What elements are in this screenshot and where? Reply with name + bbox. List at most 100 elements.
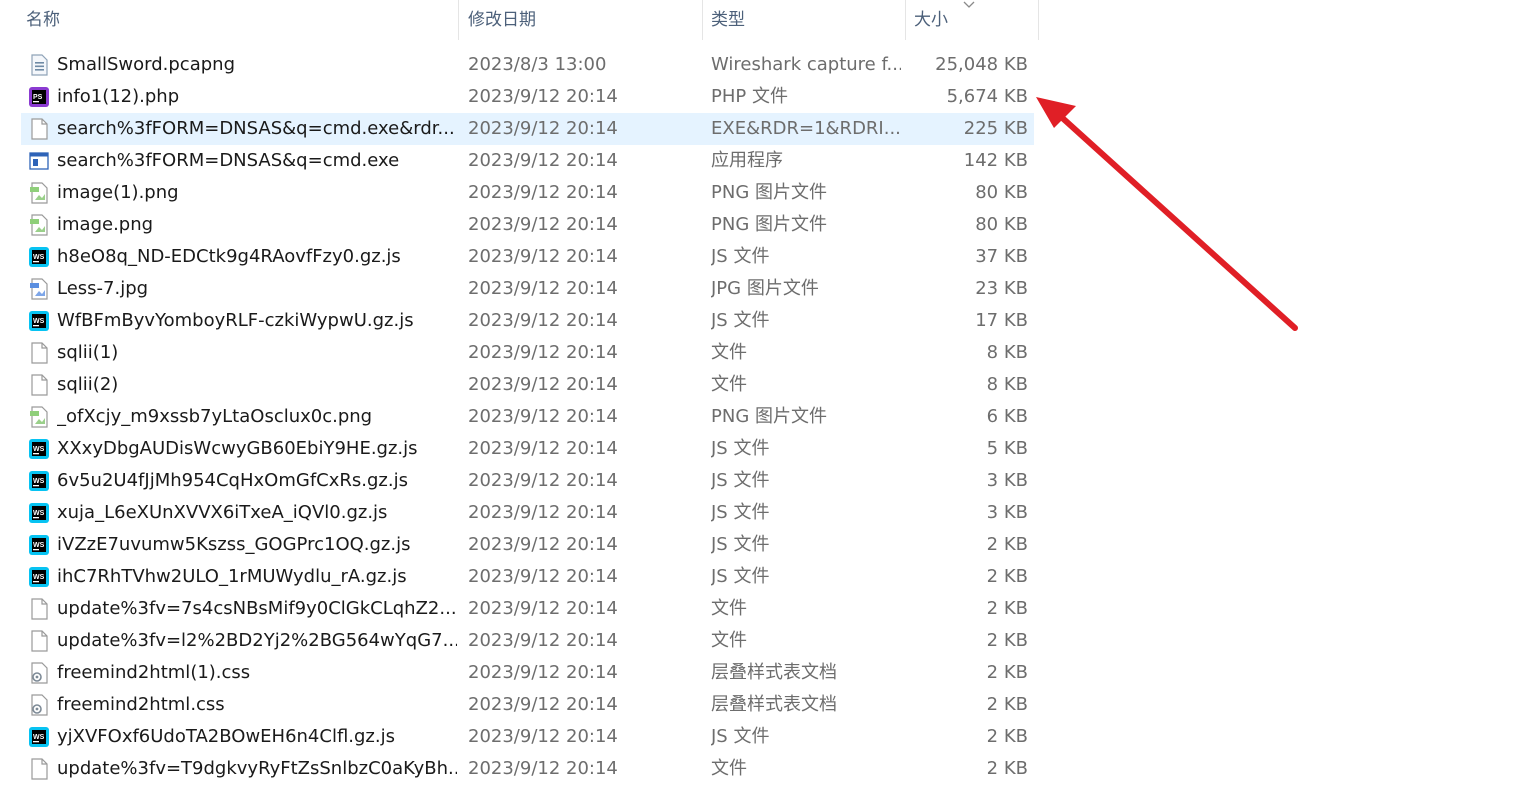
file-row[interactable]: update%3fv=l2%2BD2Yj2%2BG564wYqG7... 2023… xyxy=(21,625,1034,657)
file-size: 2 KB xyxy=(986,694,1028,715)
png-icon xyxy=(30,406,48,428)
file-row[interactable]: WS ihC7RhTVhw2ULO_1rMUWydlu_rA.gz.js 2023/… xyxy=(21,561,1034,593)
file-date: 2023/9/12 20:14 xyxy=(468,598,618,619)
blank-file-icon xyxy=(31,118,48,140)
file-row[interactable]: WS yjXVFOxf6UdoTA2BOwEH6n4Clfl.gz.js 2023/… xyxy=(21,721,1034,753)
file-date: 2023/8/3 13:00 xyxy=(468,54,607,75)
file-row[interactable]: search%3fFORM=DNSAS&q=cmd.exe 2023/9/12 2… xyxy=(21,145,1034,177)
blank-file-icon xyxy=(31,374,48,396)
file-name: freemind2html.css xyxy=(57,694,225,715)
file-type: 层叠样式表文档 xyxy=(711,662,837,683)
file-size: 2 KB xyxy=(986,534,1028,555)
exe-icon xyxy=(29,152,49,170)
file-type: 文件 xyxy=(711,598,747,619)
file-name: ihC7RhTVhw2ULO_1rMUWydlu_rA.gz.js xyxy=(57,566,407,587)
file-date: 2023/9/12 20:14 xyxy=(468,182,618,203)
file-date: 2023/9/12 20:14 xyxy=(468,438,618,459)
file-size: 17 KB xyxy=(975,310,1028,331)
file-row[interactable]: _ofXcjy_m9xssb7yLtaOsclux0c.png 2023/9/12… xyxy=(21,401,1034,433)
file-row[interactable]: WS iVZzE7uvumw5Kszss_GOGPrc1OQ.gz.js 2023/… xyxy=(21,529,1034,561)
column-divider[interactable] xyxy=(1038,0,1039,40)
file-row[interactable]: PS info1(12).php 2023/9/12 20:14 PHP 文件 5,67… xyxy=(21,81,1034,113)
file-date: 2023/9/12 20:14 xyxy=(468,406,618,427)
file-type: 文件 xyxy=(711,374,747,395)
column-divider[interactable] xyxy=(702,0,703,40)
file-row[interactable]: update%3fv=7s4csNBsMif9y0ClGkCLqhZ2... 20… xyxy=(21,593,1034,625)
file-name: SmallSword.pcapng xyxy=(57,54,235,75)
file-row[interactable]: freemind2html(1).css 2023/9/12 20:14 层叠样式表… xyxy=(21,657,1034,689)
webstorm-icon: WS xyxy=(29,503,49,523)
file-name: Less-7.jpg xyxy=(57,278,149,299)
file-row[interactable]: update%3fv=T9dgkvyRyFtZsSnlbzC0aKyBh... 2… xyxy=(21,753,1034,785)
file-size: 23 KB xyxy=(975,278,1028,299)
webstorm-icon: WS xyxy=(29,727,49,747)
file-row[interactable]: search%3fFORM=DNSAS&q=cmd.exe&rdr... 2023… xyxy=(21,113,1034,145)
file-row[interactable]: WS WfBFmByvYomboyRLF-czkiWypwU.gz.js 2023/… xyxy=(21,305,1034,337)
file-date: 2023/9/12 20:14 xyxy=(468,726,618,747)
file-date: 2023/9/12 20:14 xyxy=(468,150,618,171)
column-header-name[interactable]: 名称 xyxy=(20,0,458,40)
file-type: PHP 文件 xyxy=(711,86,788,107)
file-size: 142 KB xyxy=(963,150,1028,171)
file-type: JS 文件 xyxy=(711,566,770,587)
column-header-date[interactable]: 修改日期 xyxy=(462,0,702,40)
file-type: 文件 xyxy=(711,758,747,779)
svg-text:WS: WS xyxy=(33,446,45,453)
file-date: 2023/9/12 20:14 xyxy=(468,246,618,267)
webstorm-icon: WS xyxy=(29,439,49,459)
file-name: xuja_L6eXUnXVVX6iTxeA_iQVl0.gz.js xyxy=(57,502,388,523)
file-size: 2 KB xyxy=(986,630,1028,651)
svg-text:WS: WS xyxy=(33,478,45,485)
file-row[interactable]: Less-7.jpg 2023/9/12 20:14 JPG 图片文件 23 KB xyxy=(21,273,1034,305)
file-size: 6 KB xyxy=(986,406,1028,427)
file-size: 37 KB xyxy=(975,246,1028,267)
file-row[interactable]: WS 6v5u2U4fJjMh954CqHxOmGfCxRs.gz.js 2023/… xyxy=(21,465,1034,497)
file-row[interactable]: sqlii(2) 2023/9/12 20:14 文件 8 KB xyxy=(21,369,1034,401)
file-type: PNG 图片文件 xyxy=(711,182,827,203)
file-row[interactable]: image.png 2023/9/12 20:14 PNG 图片文件 80 KB xyxy=(21,209,1034,241)
file-row[interactable]: sqlii(1) 2023/9/12 20:14 文件 8 KB xyxy=(21,337,1034,369)
file-size: 225 KB xyxy=(963,118,1028,139)
file-row[interactable]: SmallSword.pcapng 2023/8/3 13:00 Wireshark… xyxy=(21,49,1034,81)
file-date: 2023/9/12 20:14 xyxy=(468,502,618,523)
file-date: 2023/9/12 20:14 xyxy=(468,630,618,651)
file-row[interactable]: WS h8eO8q_ND-EDCtk9g4RAovfFzy0.gz.js 2023/… xyxy=(21,241,1034,273)
file-type: PNG 图片文件 xyxy=(711,406,827,427)
file-row[interactable]: freemind2html.css 2023/9/12 20:14 层叠样式表文档 2… xyxy=(21,689,1034,721)
file-row[interactable]: WS xuja_L6eXUnXVVX6iTxeA_iQVl0.gz.js 2023/… xyxy=(21,497,1034,529)
file-size: 5,674 KB xyxy=(946,86,1028,107)
file-name: sqlii(2) xyxy=(57,374,119,395)
file-size: 2 KB xyxy=(986,598,1028,619)
file-name: iVZzE7uvumw5Kszss_GOGPrc1OQ.gz.js xyxy=(57,534,411,555)
webstorm-icon: WS xyxy=(29,535,49,555)
column-divider[interactable] xyxy=(905,0,906,40)
blank-file-icon xyxy=(31,342,48,364)
file-date: 2023/9/12 20:14 xyxy=(468,566,618,587)
file-size: 8 KB xyxy=(986,374,1028,395)
blank-file-icon xyxy=(31,630,48,652)
file-date: 2023/9/12 20:14 xyxy=(468,342,618,363)
svg-text:WS: WS xyxy=(33,510,45,517)
file-row[interactable]: WS XXxyDbgAUDisWcwyGB60EbiY9HE.gz.js 2023/… xyxy=(21,433,1034,465)
svg-text:PS: PS xyxy=(33,94,43,101)
png-icon xyxy=(30,214,48,236)
file-type: JS 文件 xyxy=(711,438,770,459)
file-row[interactable]: image(1).png 2023/9/12 20:14 PNG 图片文件 80 KB xyxy=(21,177,1034,209)
file-type: 文件 xyxy=(711,342,747,363)
file-name: image.png xyxy=(57,214,154,235)
file-name: info1(12).php xyxy=(57,86,180,107)
svg-text:WS: WS xyxy=(33,542,45,549)
svg-text:WS: WS xyxy=(33,734,45,741)
file-date: 2023/9/12 20:14 xyxy=(468,86,618,107)
file-date: 2023/9/12 20:14 xyxy=(468,310,618,331)
pcap-icon xyxy=(31,54,48,76)
file-size: 80 KB xyxy=(975,182,1028,203)
file-type: 文件 xyxy=(711,630,747,651)
file-date: 2023/9/12 20:14 xyxy=(468,118,618,139)
column-header-type[interactable]: 类型 xyxy=(705,0,905,40)
blank-file-icon xyxy=(31,598,48,620)
webstorm-icon: WS xyxy=(29,311,49,331)
webstorm-icon: WS xyxy=(29,471,49,491)
column-divider[interactable] xyxy=(458,0,459,40)
file-name: search%3fFORM=DNSAS&q=cmd.exe&rdr... xyxy=(57,118,455,139)
